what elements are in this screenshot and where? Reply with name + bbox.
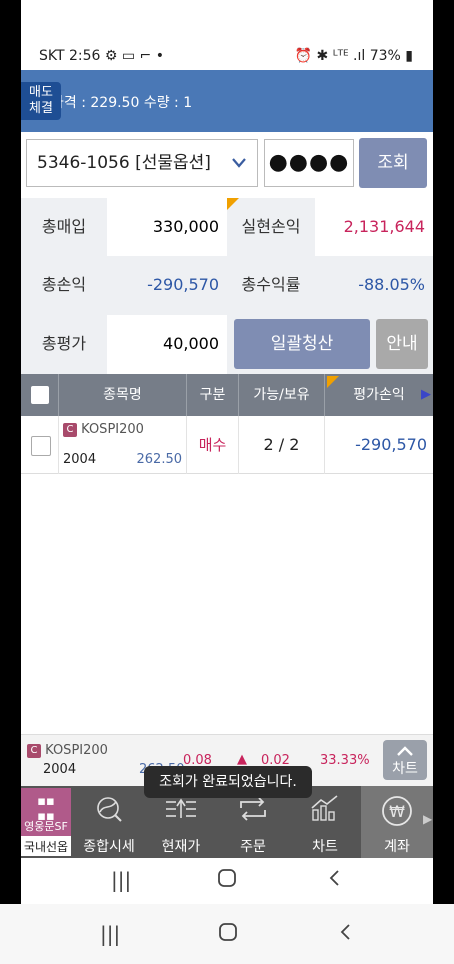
chevron-up-icon [397,746,413,756]
select-all-cell[interactable] [21,374,59,416]
ticker-month: 2004 [43,762,77,777]
nav-label: 계좌 [384,839,410,855]
total-eval-label: 총평가 [21,315,107,374]
nav-label: 주문 [240,839,266,855]
swap-icon [217,794,289,830]
recents-icon[interactable]: ||| [111,868,131,892]
col-pl-text: 평가손익 [353,387,405,403]
app-window: SKT 2:56 ⚙ ▭ ⌐ • ⏰ ✱ ᴸᵀᴱ .ıl 73% ▮ 가격 : … [21,0,433,904]
corner-marker [327,376,339,388]
col-name[interactable]: 종목명 [59,374,187,416]
guide-button[interactable]: 안내 [376,319,428,369]
row-qty: 2 / 2 [239,416,325,474]
badge-line1: 매도 [29,85,53,100]
row-type: 매수 [187,416,239,474]
nav-label: 현재가 [161,839,201,855]
home-icon[interactable] [217,868,237,893]
chart-button[interactable]: 차트 [383,740,427,780]
nav-more-icon[interactable]: ▶ [423,812,432,826]
ticker-pct: 33.33% [320,753,370,768]
badge-line2: 체결 [29,101,53,116]
chart-icon [289,794,361,830]
sell-fill-badge[interactable]: 매도 체결 [21,82,61,120]
system-nav-bar: ||| [21,858,433,904]
row-checkbox[interactable] [31,436,51,456]
account-value: 5346-1056 [선물옵션] [37,153,211,173]
summary-grid: 총매입 330,000 실현손익 2,131,644 총손익 -290,570 … [21,198,433,374]
total-eval-value: 40,000 [107,315,227,374]
row-pl: -290,570 [355,435,427,454]
outer-back-icon[interactable] [338,922,352,946]
col-pl[interactable]: 평가손익 ▶ [325,374,433,416]
col-type[interactable]: 구분 [187,374,239,416]
nav-label: 종합시세 [83,839,135,855]
status-bar: SKT 2:56 ⚙ ▭ ⌐ • ⏰ ✱ ᴸᵀᴱ .ıl 73% ▮ [21,0,433,70]
total-return-label: 총수익률 [227,256,315,315]
total-return-value: -88.05% [315,256,433,315]
liquidate-all-button[interactable]: 일괄청산 [234,319,370,369]
outer-home-icon[interactable] [218,922,238,946]
ticker-name: KOSPI200 [45,743,108,758]
nav-menu-domestic[interactable]: ▪▪ ▪▪ 영웅문SF 국내선옵 [21,788,71,856]
fill-info: 가격 : 229.50 수량 : 1 [51,95,193,111]
order-fill-header: 가격 : 229.50 수량 : 1 매도 체결 [21,70,433,132]
logo-text: 영웅문SF [24,820,68,833]
row-name: KOSPI200 [81,422,144,437]
table-row[interactable]: C KOSPI200 2004 262.50 매수 2 / 2 -290,570 [21,416,433,474]
row-name-cell[interactable]: C KOSPI200 2004 262.50 [59,416,187,474]
app-logo: ▪▪ ▪▪ 영웅문SF [21,788,71,836]
up-arrow-icon: ▲ [237,752,247,767]
outer-recents-icon[interactable]: ||| [100,922,120,946]
status-left: SKT 2:56 ⚙ ▭ ⌐ • [39,48,164,64]
select-all-checkbox[interactable] [31,386,49,404]
account-select[interactable]: 5346-1056 [선물옵션] [26,139,258,187]
col-qty[interactable]: 가능/보유 [239,374,325,416]
positions-table-header: 종목명 구분 가능/보유 평가손익 ▶ [21,374,433,416]
total-buy-value: 330,000 [107,198,227,256]
outer-system-nav-bar: ||| [0,904,454,964]
total-pl-label: 총손익 [21,256,107,315]
ticker-call-badge: C [27,744,41,758]
call-badge: C [63,423,77,437]
nav-first-label: 국내선옵 [23,840,69,854]
scroll-right-icon[interactable]: ▶ [421,374,431,416]
row-month: 2004 [63,452,97,467]
account-row: 5346-1056 [선물옵션] ●●●● 조회 [21,132,433,196]
password-input[interactable]: ●●●● [264,139,354,187]
corner-marker [227,198,239,210]
nav-market[interactable]: 종합시세 [73,786,145,858]
row-check-cell[interactable] [21,416,59,474]
query-button[interactable]: 조회 [359,138,427,188]
chart-button-label: 차트 [392,761,418,777]
total-pl-value: -290,570 [107,256,227,315]
status-right: ⏰ ✱ ᴸᵀᴱ .ıl 73% ▮ [294,48,413,64]
realized-label: 실현손익 [227,198,315,256]
globe-icon [73,794,145,830]
realized-label-text: 실현손익 [241,217,301,236]
back-icon[interactable] [327,868,341,893]
total-buy-label: 총매입 [21,198,107,256]
price-icon [145,794,217,830]
toast-message: 조회가 완료되었습니다. [144,766,312,798]
svg-text:₩: ₩ [389,802,405,821]
realized-value: 2,131,644 [315,198,433,256]
chevron-down-icon [231,140,247,204]
nav-label: 차트 [312,839,338,855]
row-price: 262.50 [136,452,183,467]
